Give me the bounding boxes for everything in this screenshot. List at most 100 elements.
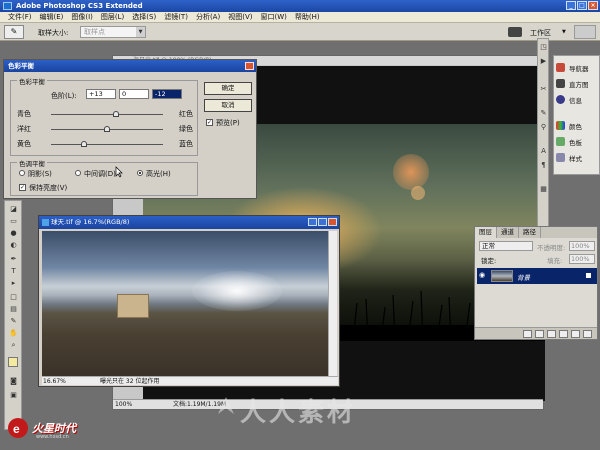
ok-button[interactable]: 确定 <box>204 82 252 95</box>
logo-url: www.hxsd.cn <box>36 434 69 440</box>
sample-size-select[interactable]: 取样点 ▼ <box>80 26 146 38</box>
photoshop-icon <box>3 2 12 10</box>
brushes-icon[interactable]: ✎ <box>539 109 548 118</box>
checkbox-checked-icon: ✓ <box>206 119 213 126</box>
tool-presets-icon[interactable]: ✂ <box>539 85 548 94</box>
title-bar: Adobe Photoshop CS3 Extended _ □ × <box>0 0 600 12</box>
close-button[interactable] <box>328 218 337 226</box>
tab-layers[interactable]: 图层 <box>475 227 497 238</box>
cyan-red-slider[interactable] <box>51 114 163 115</box>
color-balance-title[interactable]: 色彩平衡 <box>4 60 256 72</box>
styles-icon <box>556 153 565 162</box>
quick-mask-icon[interactable]: ◙ <box>8 377 19 386</box>
small-document-titlebar[interactable]: 球天.tif @ 16.7%(RGB/8) <box>39 216 339 229</box>
layer-style-icon[interactable] <box>535 330 544 338</box>
panorama-image[interactable] <box>42 231 330 377</box>
blur-tool-icon[interactable]: ● <box>8 229 19 238</box>
hand-tool-icon[interactable]: ✋ <box>8 329 19 338</box>
level-cyan-red-input[interactable]: +13 <box>86 89 116 99</box>
info-panel-button[interactable]: 信息 <box>556 94 599 106</box>
actions-icon[interactable]: ▶ <box>539 57 548 66</box>
lock-icon <box>586 273 591 278</box>
vertical-scrollbar[interactable] <box>328 231 337 377</box>
layer-comps-icon[interactable]: ▦ <box>539 185 548 194</box>
layer-row-background[interactable]: ◉ 背景 <box>477 268 597 284</box>
dodge-tool-icon[interactable]: ◐ <box>8 241 19 250</box>
shape-tool-icon[interactable]: □ <box>8 293 19 302</box>
minimize-button[interactable] <box>308 218 317 226</box>
pen-tool-icon[interactable]: ✒ <box>8 255 19 264</box>
path-selection-tool-icon[interactable]: ▸ <box>8 279 19 288</box>
menu-layer[interactable]: 图层(L) <box>97 12 128 23</box>
yellow-blue-slider[interactable] <box>51 144 163 145</box>
blue-label: 蓝色 <box>179 140 193 148</box>
eye-icon[interactable]: ◉ <box>479 272 487 279</box>
menu-image[interactable]: 图像(I) <box>67 12 97 23</box>
cancel-button[interactable]: 取消 <box>204 99 252 112</box>
menu-window[interactable]: 窗口(W) <box>256 12 290 23</box>
adjustment-layer-icon[interactable] <box>559 330 568 338</box>
maximize-button[interactable]: □ <box>577 1 587 10</box>
minimize-button[interactable]: _ <box>566 1 576 10</box>
opacity-input[interactable]: 100% <box>569 241 595 251</box>
swatches-icon <box>556 137 565 146</box>
tab-paths[interactable]: 路径 <box>519 227 541 238</box>
close-button[interactable]: × <box>588 1 598 10</box>
menu-analysis[interactable]: 分析(A) <box>192 12 224 23</box>
magenta-green-slider-thumb[interactable] <box>104 126 110 132</box>
maximize-button[interactable] <box>318 218 327 226</box>
yellow-blue-slider-thumb[interactable] <box>81 141 87 147</box>
red-label: 红色 <box>179 110 193 118</box>
watermark-text: 人人素材 <box>240 398 357 428</box>
clone-source-icon[interactable]: ⚲ <box>539 123 548 132</box>
new-layer-icon[interactable] <box>571 330 580 338</box>
styles-panel-button[interactable]: 样式 <box>556 152 599 164</box>
history-icon[interactable]: ◳ <box>539 43 548 52</box>
histogram-panel-button[interactable]: 直方图 <box>556 78 599 90</box>
menu-filter[interactable]: 滤镜(T) <box>160 12 192 23</box>
small-document-window: 球天.tif @ 16.7%(RGB/8) 16.67% 曝光只在 32 位起作… <box>38 215 340 387</box>
trash-icon[interactable] <box>583 330 592 338</box>
paragraph-icon[interactable]: ¶ <box>539 161 548 170</box>
blend-mode-select[interactable]: 正常 <box>479 241 533 251</box>
layer-mask-icon[interactable] <box>547 330 556 338</box>
menu-view[interactable]: 视图(V) <box>224 12 256 23</box>
character-icon[interactable]: A <box>539 147 548 156</box>
navigator-panel-button[interactable]: 导航器 <box>556 62 599 74</box>
color-balance-group: 色彩平衡 色阶(L): +13 0 -12 青色 红色 洋红 绿色 黄色 蓝色 <box>10 76 198 156</box>
window-title: Adobe Photoshop CS3 Extended <box>16 2 143 10</box>
small-zoom-field[interactable]: 16.67% <box>43 377 66 386</box>
color-panel-button[interactable]: 颜色 <box>556 120 599 132</box>
zoom-tool-icon[interactable]: ⌕ <box>8 341 19 350</box>
menu-help[interactable]: 帮助(H) <box>291 12 324 23</box>
screen-mode-icon[interactable]: ▣ <box>8 391 19 400</box>
close-button[interactable] <box>245 62 254 70</box>
eyedropper-tool-icon[interactable]: ✎ <box>8 317 19 326</box>
menu-edit[interactable]: 编辑(E) <box>36 12 68 23</box>
tone-balance-group-label: 色调平衡 <box>17 158 47 168</box>
link-layers-icon[interactable] <box>523 330 532 338</box>
fill-label: 填充: <box>547 257 563 265</box>
document-icon <box>42 219 49 226</box>
menu-file[interactable]: 文件(F) <box>4 12 36 23</box>
tab-channels[interactable]: 通道 <box>497 227 519 238</box>
level-yellow-blue-input[interactable]: -12 <box>152 89 182 99</box>
small-doc-info: 曝光只在 32 位起作用 <box>100 378 160 385</box>
workspace-icon[interactable] <box>508 27 522 37</box>
yellow-label: 黄色 <box>17 140 31 148</box>
logo-emblem-icon: e <box>8 418 28 438</box>
type-tool-icon[interactable]: T <box>8 267 19 276</box>
workspace-button[interactable]: 工作区 <box>530 28 551 38</box>
building <box>117 294 149 318</box>
eraser-tool-icon[interactable]: ◪ <box>8 205 19 214</box>
main-zoom-field[interactable]: 100% <box>115 400 132 409</box>
menu-select[interactable]: 选择(S) <box>128 12 160 23</box>
gradient-tool-icon[interactable]: ▭ <box>8 217 19 226</box>
swatches-panel-button[interactable]: 色板 <box>556 136 599 148</box>
cyan-red-slider-thumb[interactable] <box>113 111 119 117</box>
level-magenta-green-input[interactable]: 0 <box>119 89 149 99</box>
notes-tool-icon[interactable]: ▤ <box>8 305 19 314</box>
fill-input[interactable]: 100% <box>569 254 595 264</box>
foreground-color-swatch[interactable] <box>8 357 18 367</box>
eyedropper-preset-icon[interactable]: ✎ <box>4 25 24 39</box>
